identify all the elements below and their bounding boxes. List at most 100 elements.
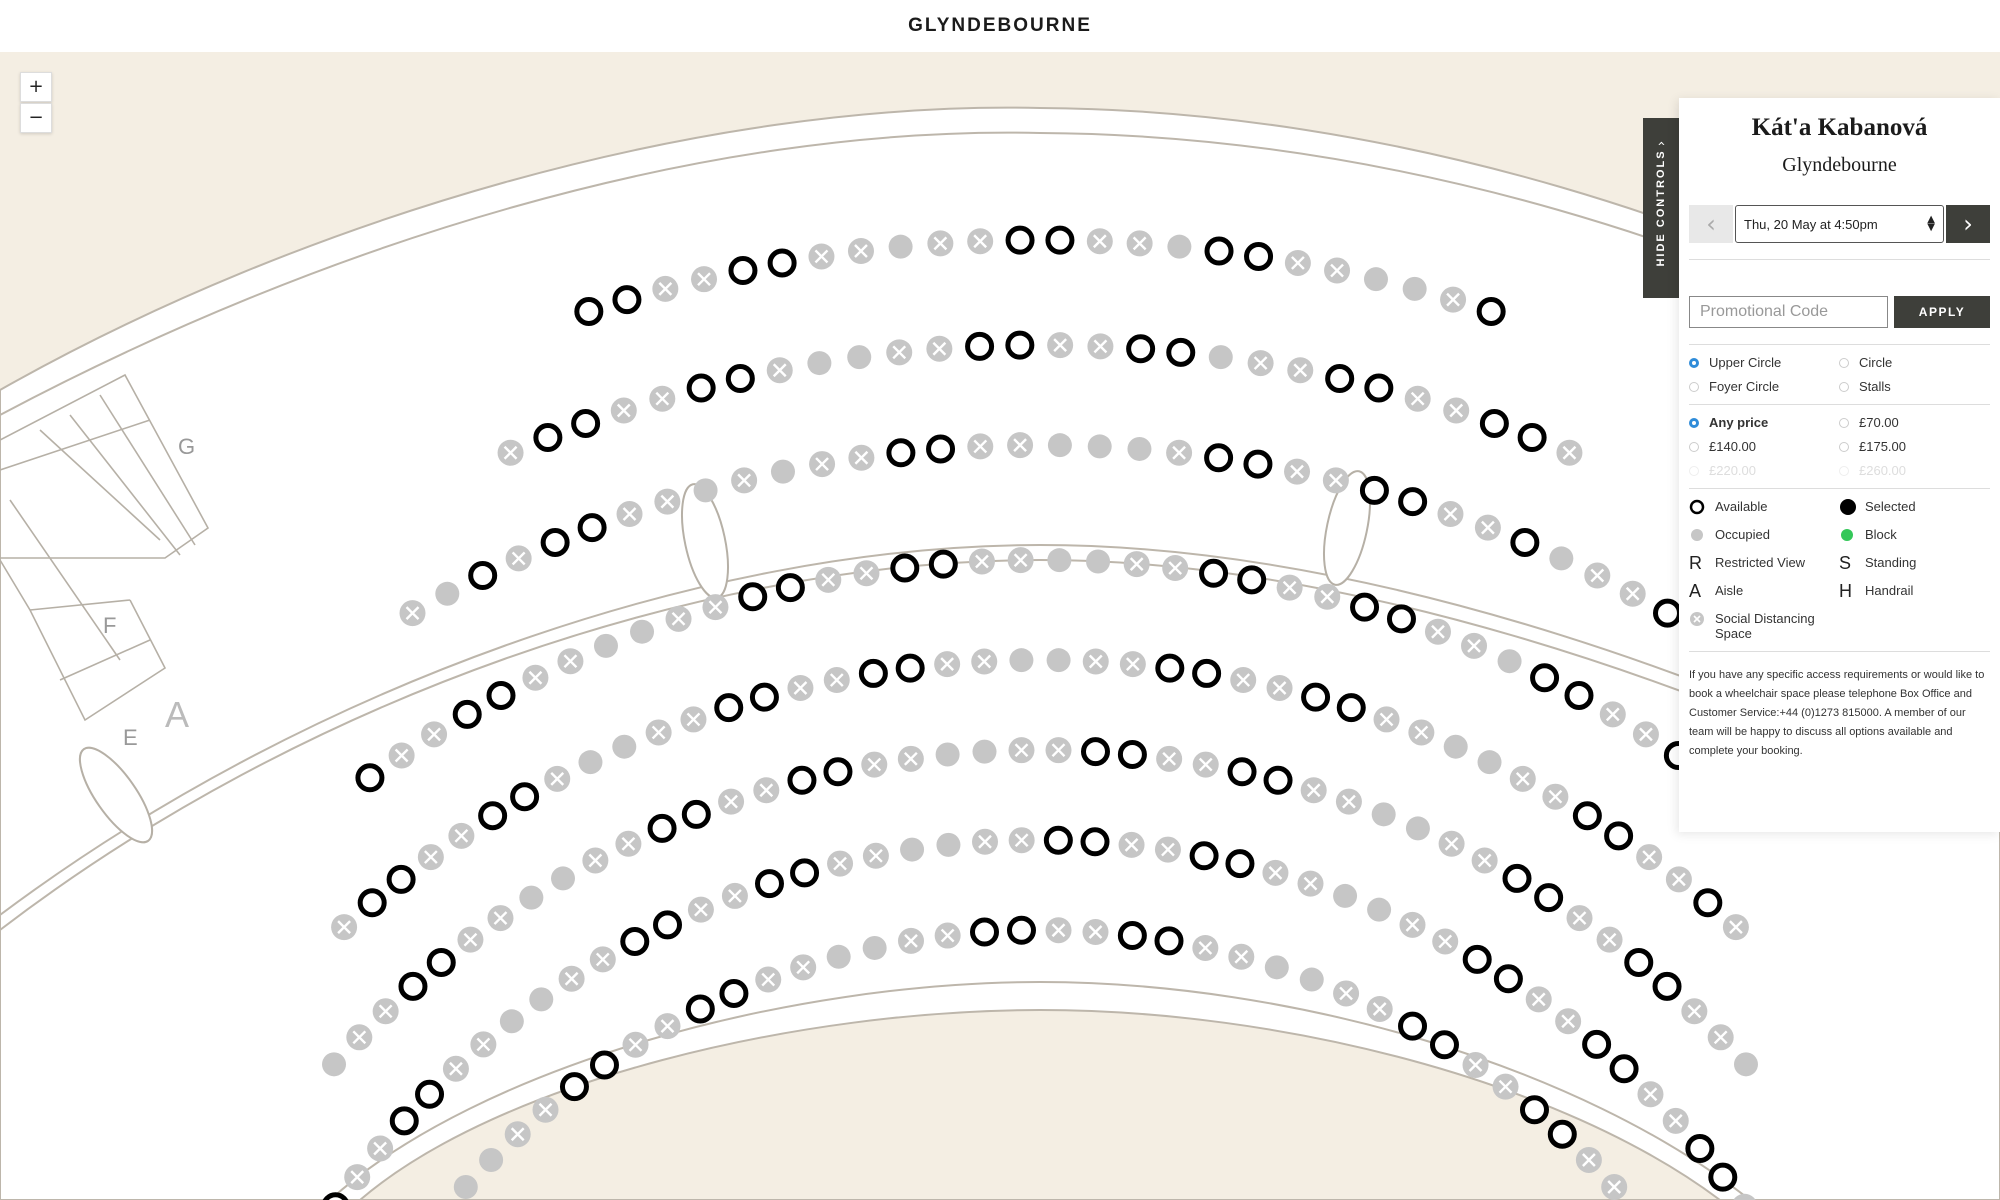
price-option[interactable]: £140.00 [1689, 439, 1839, 454]
available-seat[interactable] [719, 978, 749, 1008]
available-seat[interactable] [574, 296, 604, 326]
available-seat[interactable] [540, 527, 570, 557]
available-seat[interactable] [1624, 947, 1654, 977]
area-option[interactable]: Upper Circle [1689, 355, 1839, 370]
available-seat[interactable] [1582, 1029, 1612, 1059]
zoom-out-button[interactable]: − [20, 103, 52, 133]
radio-icon[interactable] [1689, 417, 1699, 428]
available-seat[interactable] [1243, 449, 1273, 479]
available-seat[interactable] [612, 285, 642, 315]
radio-icon[interactable] [1689, 381, 1699, 392]
previous-date-button[interactable]: ‹ [1689, 205, 1733, 243]
available-seat[interactable] [577, 513, 607, 543]
available-seat[interactable] [322, 1192, 349, 1200]
available-seat[interactable] [754, 869, 784, 899]
available-seat[interactable] [823, 757, 853, 787]
available-seat[interactable] [886, 438, 916, 468]
available-seat[interactable] [589, 1050, 619, 1080]
available-seat[interactable] [1325, 364, 1355, 394]
available-seat[interactable] [714, 693, 744, 723]
available-seat[interactable] [1693, 888, 1723, 918]
available-seat[interactable] [415, 1079, 445, 1109]
next-date-button[interactable]: › [1946, 205, 1990, 243]
available-seat[interactable] [653, 910, 683, 940]
apply-button[interactable]: APPLY [1894, 296, 1990, 328]
available-seat[interactable] [1609, 1054, 1639, 1084]
available-seat[interactable] [1117, 740, 1147, 770]
available-seat[interactable] [1652, 971, 1682, 1001]
price-option[interactable]: £175.00 [1839, 439, 1989, 454]
available-seat[interactable] [1204, 236, 1234, 266]
available-seat[interactable] [1043, 825, 1073, 855]
available-seat[interactable] [357, 888, 387, 918]
promo-code-input[interactable]: Promotional Code [1689, 296, 1888, 328]
available-seat[interactable] [1204, 443, 1234, 473]
available-seat[interactable] [928, 549, 958, 579]
available-seat[interactable] [386, 864, 416, 894]
available-seat[interactable] [1572, 801, 1602, 831]
date-select[interactable]: Thu, 20 May at 4:50pm ▲ ▼ [1735, 205, 1944, 243]
available-seat[interactable] [685, 994, 715, 1024]
available-seat[interactable] [1462, 944, 1492, 974]
available-seat[interactable] [647, 813, 677, 843]
available-seat[interactable] [965, 331, 995, 361]
available-seat[interactable] [1534, 883, 1564, 913]
area-option[interactable]: Circle [1839, 355, 1989, 370]
available-seat[interactable] [1604, 821, 1634, 851]
available-seat[interactable] [355, 763, 385, 793]
available-seat[interactable] [1080, 827, 1110, 857]
available-seat[interactable] [1189, 841, 1219, 871]
available-seat[interactable] [1227, 757, 1257, 787]
radio-icon[interactable] [1839, 441, 1849, 452]
available-seat[interactable] [533, 423, 563, 453]
available-seat[interactable] [571, 408, 601, 438]
available-seat[interactable] [790, 858, 820, 888]
available-seat[interactable] [970, 917, 1000, 947]
available-seat[interactable] [1225, 849, 1255, 879]
radio-icon[interactable] [1689, 357, 1699, 368]
available-seat[interactable] [1263, 765, 1293, 795]
available-seat[interactable] [1166, 337, 1196, 367]
available-seat[interactable] [1006, 915, 1036, 945]
available-seat[interactable] [775, 573, 805, 603]
available-seat[interactable] [559, 1072, 589, 1102]
price-option[interactable]: Any price [1689, 415, 1839, 430]
available-seat[interactable] [1476, 296, 1506, 326]
available-seat[interactable] [1336, 693, 1366, 723]
available-seat[interactable] [426, 947, 456, 977]
available-seat[interactable] [1398, 1011, 1428, 1041]
available-seat[interactable] [1192, 658, 1222, 688]
available-seat[interactable] [738, 582, 768, 612]
available-seat[interactable] [926, 434, 956, 464]
available-seat[interactable] [1359, 475, 1389, 505]
area-option[interactable]: Foyer Circle [1689, 379, 1839, 394]
available-seat[interactable] [398, 971, 428, 1001]
available-seat[interactable] [1479, 408, 1509, 438]
available-seat[interactable] [1199, 558, 1229, 588]
radio-icon[interactable] [1689, 465, 1699, 476]
available-seat[interactable] [1364, 373, 1394, 403]
available-seat[interactable] [787, 765, 817, 795]
hide-controls-tab[interactable]: ‹ HIDE CONTROLS [1643, 118, 1679, 298]
available-seat[interactable] [1530, 663, 1560, 693]
available-seat[interactable] [681, 799, 711, 829]
available-seat[interactable] [1429, 1030, 1459, 1060]
available-seat[interactable] [1154, 926, 1184, 956]
radio-icon[interactable] [1689, 441, 1699, 452]
available-seat[interactable] [1510, 527, 1540, 557]
radio-icon[interactable] [1839, 381, 1849, 392]
available-seat[interactable] [1493, 964, 1523, 994]
available-seat[interactable] [1708, 1162, 1738, 1192]
available-seat[interactable] [728, 256, 758, 286]
available-seat[interactable] [1155, 653, 1185, 683]
available-seat[interactable] [1517, 423, 1547, 453]
available-seat[interactable] [620, 926, 650, 956]
available-seat[interactable] [1653, 598, 1682, 628]
available-seat[interactable] [858, 658, 888, 688]
available-seat[interactable] [895, 653, 925, 683]
available-seat[interactable] [1244, 241, 1274, 271]
available-seat[interactable] [1301, 682, 1331, 712]
radio-icon[interactable] [1839, 357, 1849, 368]
available-seat[interactable] [389, 1106, 419, 1136]
available-seat[interactable] [510, 782, 540, 812]
